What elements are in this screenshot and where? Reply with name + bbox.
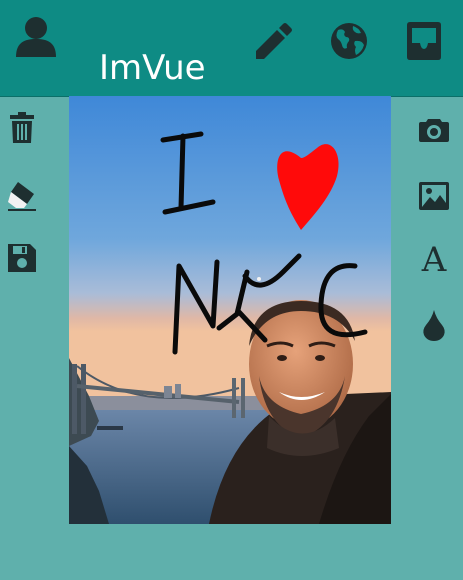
person-icon xyxy=(16,17,56,57)
color-button[interactable] xyxy=(414,306,454,346)
camera-button[interactable] xyxy=(414,110,454,150)
image-icon xyxy=(419,182,449,210)
eraser-icon xyxy=(8,182,36,211)
pencil-icon xyxy=(256,23,292,59)
top-toolbar xyxy=(0,0,463,96)
text-tool-button[interactable]: A xyxy=(414,240,454,280)
camera-icon xyxy=(419,119,449,142)
eraser-button[interactable] xyxy=(2,176,42,216)
profile-button[interactable] xyxy=(14,14,58,58)
trash-icon xyxy=(10,112,34,143)
app-title: ImVue xyxy=(99,48,206,88)
photo-canvas[interactable] xyxy=(69,96,391,524)
color-drop-icon xyxy=(423,310,445,341)
inbox-button[interactable] xyxy=(402,19,446,63)
save-button[interactable] xyxy=(2,238,42,278)
inbox-tray-icon xyxy=(407,22,441,60)
delete-button[interactable] xyxy=(2,108,42,148)
globe-button[interactable] xyxy=(327,19,371,63)
edit-button[interactable] xyxy=(250,19,294,63)
globe-icon xyxy=(331,23,367,59)
save-floppy-icon xyxy=(8,244,36,272)
selfie-photo xyxy=(69,96,391,524)
text-font-icon: A xyxy=(421,240,447,280)
gallery-button[interactable] xyxy=(414,176,454,216)
